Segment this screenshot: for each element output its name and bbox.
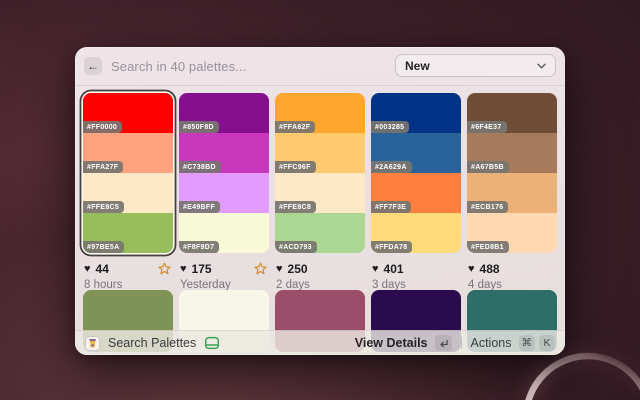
star-icon[interactable] [158, 262, 171, 275]
chevron-down-icon [537, 63, 546, 69]
footer-divider [461, 337, 462, 349]
desktop-background: ← Search in 40 palettes... New #FF0000 #… [0, 0, 640, 400]
palette-meta: ♥ 401 3 days [371, 262, 461, 291]
footer-bar: Search Palettes View Details Actions ⌘ K [75, 330, 565, 355]
heart-icon: ♥ [468, 264, 475, 275]
heart-icon: ♥ [276, 264, 283, 275]
palette-item: #FFA62F #FFC96F #FFE8C8 #ACD793 ♥ 250 2 … [275, 93, 365, 291]
hex-label: #FF7F3E [371, 201, 411, 213]
likes-count: 250 [288, 262, 308, 276]
palette-item: #6F4E37 #A67B5B #ECB176 #FED8B1 ♥ 488 4 … [467, 93, 557, 291]
likes-row: ♥ 250 [276, 262, 364, 276]
k-keycap: K [539, 335, 555, 351]
hex-label: #FFA62F [275, 121, 315, 133]
sort-dropdown-value: New [405, 59, 430, 73]
likes-row: ♥ 488 [468, 262, 556, 276]
extension-icon [85, 336, 100, 351]
cmd-keycap: ⌘ [519, 335, 536, 351]
actions-button[interactable]: Actions [471, 336, 512, 350]
color-swatch[interactable]: #FFE8C5 [83, 173, 173, 213]
hex-label: #FFE8C8 [275, 201, 316, 213]
heart-icon: ♥ [84, 264, 91, 275]
back-button[interactable]: ← [84, 57, 102, 75]
view-details-button[interactable]: View Details [355, 336, 428, 350]
color-swatch[interactable]: #E49BFF [179, 173, 269, 213]
color-swatch[interactable]: #97BE5A [83, 213, 173, 253]
likes-row: ♥ 401 [372, 262, 460, 276]
hex-label: #850F8D [179, 121, 219, 133]
hex-label: #FFC96F [275, 161, 316, 173]
arrow-left-icon: ← [87, 59, 99, 73]
color-swatch[interactable]: #C738BD [179, 133, 269, 173]
hex-label: #ECB176 [467, 201, 508, 213]
hex-label: #FFDA78 [371, 241, 412, 253]
app-name: Search Palettes [108, 336, 196, 350]
palette-grid: #FF0000 #FFA27F #FFE8C5 #97BE5A ♥ 44 8 h… [83, 93, 557, 291]
color-swatch[interactable]: #A67B5B [467, 133, 557, 173]
hex-label: #97BE5A [83, 241, 124, 253]
palette-meta: ♥ 250 2 days [275, 262, 365, 291]
likes-row: ♥ 175 [180, 262, 268, 276]
color-swatch[interactable]: #2A629A [371, 133, 461, 173]
palette-card[interactable]: #003285 #2A629A #FF7F3E #FFDA78 [371, 93, 461, 253]
palette-item: #850F8D #C738BD #E49BFF #F8F9D7 ♥ 175 Ye… [179, 93, 269, 291]
hex-label: #2A629A [371, 161, 412, 173]
color-swatch[interactable]: #FF7F3E [371, 173, 461, 213]
hex-label: #FED8B1 [467, 241, 509, 253]
hex-label: #003285 [371, 121, 409, 133]
hex-label: #ACD793 [275, 241, 317, 253]
likes-count: 401 [384, 262, 404, 276]
color-swatch[interactable]: #003285 [371, 93, 461, 133]
hex-label: #A67B5B [467, 161, 509, 173]
enter-keycap [435, 335, 452, 351]
palette-meta: ♥ 175 Yesterday [179, 262, 269, 291]
palette-card[interactable]: #850F8D #C738BD #E49BFF #F8F9D7 [179, 93, 269, 253]
hex-label: #F8F9D7 [179, 241, 219, 253]
palette-card[interactable]: #6F4E37 #A67B5B #ECB176 #FED8B1 [467, 93, 557, 253]
color-swatch[interactable]: #FFA62F [275, 93, 365, 133]
color-swatch[interactable]: #F8F9D7 [179, 213, 269, 253]
palette-item: #FF0000 #FFA27F #FFE8C5 #97BE5A ♥ 44 8 h… [83, 93, 173, 291]
color-swatch[interactable]: #FF0000 [83, 93, 173, 133]
palette-meta: ♥ 488 4 days [467, 262, 557, 291]
star-icon[interactable] [254, 262, 267, 275]
color-swatch[interactable]: #850F8D [179, 93, 269, 133]
likes-count: 44 [96, 262, 109, 276]
palette-item: #003285 #2A629A #FF7F3E #FFDA78 ♥ 401 3 … [371, 93, 461, 291]
hex-label: #FFE8C5 [83, 201, 124, 213]
color-swatch[interactable]: #FFC96F [275, 133, 365, 173]
hex-label: #FF0000 [83, 121, 122, 133]
heart-icon: ♥ [372, 264, 379, 275]
palette-meta: ♥ 44 8 hours [83, 262, 173, 291]
hex-label: #E49BFF [179, 201, 220, 213]
color-swatch[interactable]: #ACD793 [275, 213, 365, 253]
heart-icon: ♥ [180, 264, 187, 275]
color-swatch[interactable]: #6F4E37 [467, 93, 557, 133]
color-swatch[interactable]: #FED8B1 [467, 213, 557, 253]
return-key-icon [438, 338, 449, 349]
hex-label: #C738BD [179, 161, 221, 173]
color-swatch[interactable]: #ECB176 [467, 173, 557, 213]
likes-row: ♥ 44 [84, 262, 172, 276]
palette-card-icon [204, 336, 220, 350]
palette-card[interactable]: #FF0000 #FFA27F #FFE8C5 #97BE5A [83, 93, 173, 253]
color-swatch[interactable]: #FFDA78 [371, 213, 461, 253]
palette-card[interactable]: #FFA62F #FFC96F #FFE8C8 #ACD793 [275, 93, 365, 253]
header-divider [75, 85, 565, 86]
likes-count: 175 [192, 262, 212, 276]
color-swatch[interactable]: #FFE8C8 [275, 173, 365, 213]
sort-dropdown[interactable]: New [395, 54, 556, 77]
likes-count: 488 [480, 262, 500, 276]
header: ← Search in 40 palettes... New [75, 47, 565, 85]
palette-search-window: ← Search in 40 palettes... New #FF0000 #… [75, 47, 565, 355]
color-swatch[interactable]: #FFA27F [83, 133, 173, 173]
hex-label: #FFA27F [83, 161, 123, 173]
hex-label: #6F4E37 [467, 121, 507, 133]
